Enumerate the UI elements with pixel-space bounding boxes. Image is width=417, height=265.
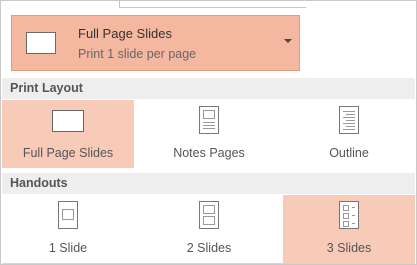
option-label: Notes Pages: [173, 146, 245, 160]
option-label: 3 Slides: [326, 241, 372, 255]
option-label: Full Page Slides: [22, 146, 114, 160]
full-page-slide-icon: [26, 32, 56, 54]
bottom-divider: [2, 263, 415, 264]
full-page-slides-icon: [52, 110, 84, 132]
selector-subtitle: Print 1 slide per page: [78, 47, 197, 61]
option-full-page-slides[interactable]: Full Page Slides: [2, 100, 134, 168]
notes-pages-icon: [199, 106, 219, 134]
three-slides-handout-icon: [339, 201, 359, 229]
option-label: 2 Slides: [186, 241, 232, 255]
option-3-slides[interactable]: 3 Slides: [283, 195, 415, 263]
top-divider: [119, 1, 306, 8]
selector-title: Full Page Slides: [78, 26, 172, 41]
section-handouts: Handouts: [2, 173, 415, 194]
two-slides-handout-icon: [199, 201, 219, 229]
option-1-slide[interactable]: 1 Slide: [2, 195, 134, 263]
option-2-slides[interactable]: 2 Slides: [143, 195, 275, 263]
print-layout-selector[interactable]: Full Page Slides Print 1 slide per page: [11, 15, 300, 71]
one-slide-handout-icon: [58, 201, 78, 229]
section-print-layout: Print Layout: [2, 78, 415, 99]
option-label: Outline: [329, 146, 369, 160]
option-label: 1 Slide: [48, 241, 88, 255]
print-layout-dropdown: Full Page Slides Print 1 slide per page …: [0, 0, 417, 265]
option-notes-pages[interactable]: Notes Pages: [143, 100, 275, 168]
option-outline[interactable]: Outline: [283, 100, 415, 168]
caret-down-icon[interactable]: [284, 39, 292, 43]
outline-icon: [339, 106, 359, 134]
